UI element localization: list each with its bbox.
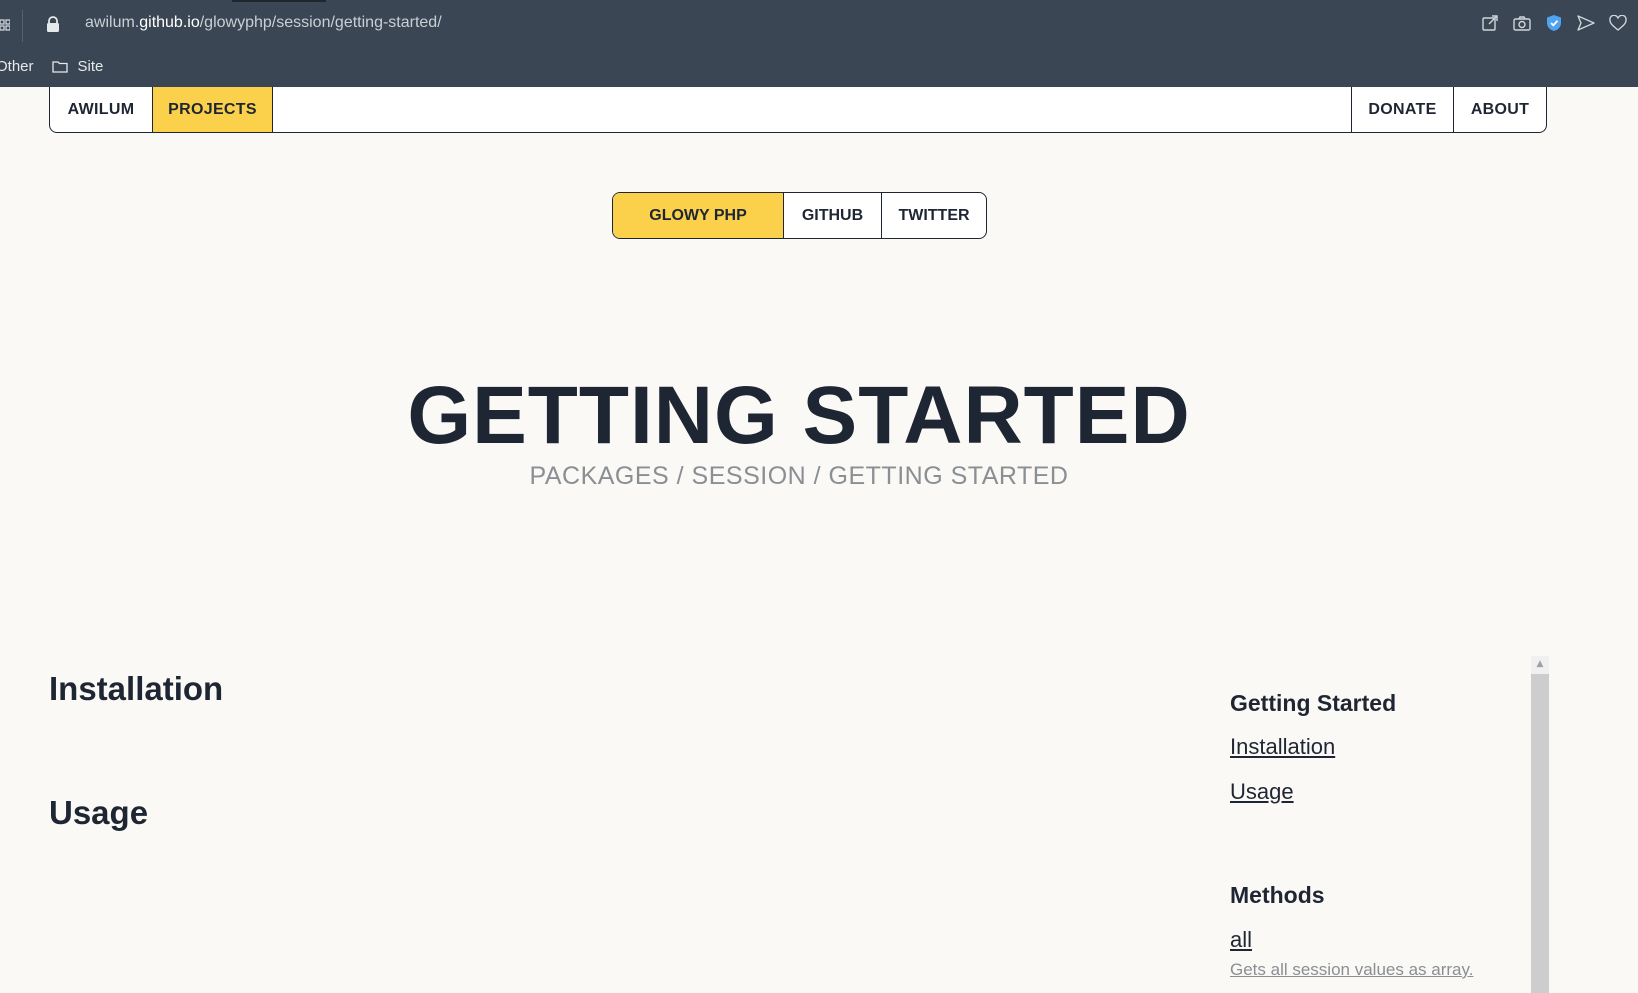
toc-heading-methods: Methods (1230, 882, 1325, 908)
grid-icon[interactable] (0, 16, 11, 34)
folder-icon (51, 60, 68, 73)
toc-link-usage[interactable]: Usage (1230, 779, 1294, 805)
bookmark-site-label: Site (77, 57, 104, 75)
shield-icon[interactable] (1544, 13, 1564, 33)
send-icon[interactable] (1576, 13, 1596, 33)
bookmark-other[interactable]: Other (0, 58, 34, 75)
site-top-nav: AWILUM PROJECTS DONATE ABOUT (49, 87, 1547, 133)
nav-about[interactable]: ABOUT (1453, 87, 1546, 132)
lock-icon[interactable] (46, 16, 62, 34)
active-tab-indicator (232, 0, 326, 2)
page-title: GETTING STARTED (407, 370, 1191, 461)
bookmarks-bar: Other Site (0, 54, 103, 78)
scroll-up-icon[interactable]: ▲ (1531, 656, 1549, 672)
heart-icon[interactable] (1608, 13, 1628, 33)
toolbar-icons (1480, 13, 1628, 33)
address-bar[interactable]: awilum.github.io/glowyphp/session/gettin… (85, 14, 442, 32)
toc-link-all-description[interactable]: Gets all session values as array. (1230, 960, 1473, 980)
subnav-github[interactable]: GITHUB (784, 193, 882, 238)
section-installation-heading: Installation (49, 670, 224, 707)
camera-icon[interactable] (1512, 13, 1532, 33)
project-subnav: GLOWY PHP GITHUB TWITTER (612, 192, 987, 239)
breadcrumb: PACKAGES / SESSION / GETTING STARTED (529, 462, 1069, 490)
scrollbar-thumb[interactable] (1531, 674, 1549, 993)
bookmark-site[interactable]: Site (51, 57, 104, 75)
browser-toolbar: awilum.github.io/glowyphp/session/gettin… (0, 0, 1638, 87)
url-path: /glowyphp/session/getting-started/ (199, 14, 442, 31)
nav-projects[interactable]: PROJECTS (153, 87, 273, 132)
toc-heading-getting-started: Getting Started (1230, 690, 1397, 716)
sidebar-scrollbar[interactable]: ▲ (1531, 656, 1549, 993)
nav-donate[interactable]: DONATE (1351, 87, 1453, 132)
share-icon[interactable] (1480, 13, 1500, 33)
subnav-glowy-php[interactable]: GLOWY PHP (613, 193, 784, 238)
section-usage-heading: Usage (49, 794, 149, 831)
toc-link-all[interactable]: all (1230, 927, 1252, 953)
address-divider (22, 10, 23, 42)
url-host: github.io (139, 14, 200, 31)
toc-link-installation[interactable]: Installation (1230, 734, 1335, 760)
subnav-twitter[interactable]: TWITTER (882, 193, 986, 238)
url-prefix: awilum. (85, 14, 140, 31)
nav-awilum[interactable]: AWILUM (50, 87, 153, 132)
